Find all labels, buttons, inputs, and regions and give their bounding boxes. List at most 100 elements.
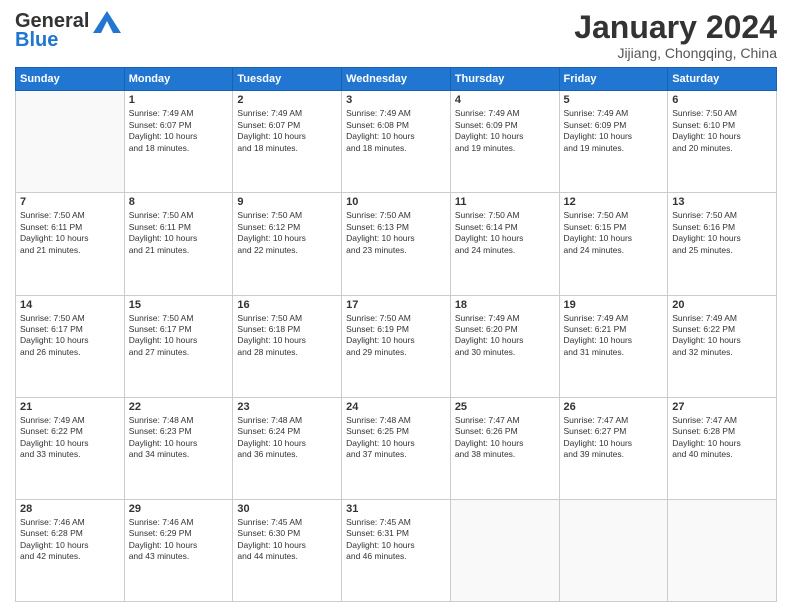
day-number: 23 xyxy=(237,401,337,413)
day-number: 27 xyxy=(672,401,772,413)
table-row xyxy=(668,499,777,601)
day-info: Sunrise: 7:50 AMSunset: 6:18 PMDaylight:… xyxy=(237,313,337,359)
day-number: 21 xyxy=(20,401,120,413)
day-info: Sunrise: 7:50 AMSunset: 6:11 PMDaylight:… xyxy=(20,210,120,256)
table-row: 11 Sunrise: 7:50 AMSunset: 6:14 PMDayligh… xyxy=(450,193,559,295)
day-info: Sunrise: 7:49 AMSunset: 6:21 PMDaylight:… xyxy=(564,313,664,359)
day-number: 5 xyxy=(564,94,664,106)
day-number: 17 xyxy=(346,299,446,311)
table-row xyxy=(16,91,125,193)
day-info: Sunrise: 7:47 AMSunset: 6:26 PMDaylight:… xyxy=(455,415,555,461)
day-number: 1 xyxy=(129,94,229,106)
day-info: Sunrise: 7:50 AMSunset: 6:11 PMDaylight:… xyxy=(129,210,229,256)
day-info: Sunrise: 7:50 AMSunset: 6:13 PMDaylight:… xyxy=(346,210,446,256)
table-row: 7 Sunrise: 7:50 AMSunset: 6:11 PMDaylight… xyxy=(16,193,125,295)
header: General Blue January 2024 Jijiang, Chong… xyxy=(15,10,777,61)
table-row: 25 Sunrise: 7:47 AMSunset: 6:26 PMDayligh… xyxy=(450,397,559,499)
day-number: 19 xyxy=(564,299,664,311)
day-number: 7 xyxy=(20,196,120,208)
day-info: Sunrise: 7:48 AMSunset: 6:24 PMDaylight:… xyxy=(237,415,337,461)
day-number: 10 xyxy=(346,196,446,208)
day-info: Sunrise: 7:50 AMSunset: 6:14 PMDaylight:… xyxy=(455,210,555,256)
day-info: Sunrise: 7:50 AMSunset: 6:15 PMDaylight:… xyxy=(564,210,664,256)
col-sunday: Sunday xyxy=(16,68,125,91)
calendar-table: Sunday Monday Tuesday Wednesday Thursday… xyxy=(15,67,777,602)
col-tuesday: Tuesday xyxy=(233,68,342,91)
table-row: 20 Sunrise: 7:49 AMSunset: 6:22 PMDayligh… xyxy=(668,295,777,397)
day-number: 12 xyxy=(564,196,664,208)
table-row: 9Sunrise: 7:50 AMSunset: 6:12 PMDaylight… xyxy=(233,193,342,295)
page: General Blue January 2024 Jijiang, Chong… xyxy=(0,0,792,612)
table-row: 12 Sunrise: 7:50 AMSunset: 6:15 PMDayligh… xyxy=(559,193,668,295)
table-row: 21 Sunrise: 7:49 AMSunset: 6:22 PMDayligh… xyxy=(16,397,125,499)
day-info: Sunrise: 7:49 AMSunset: 6:08 PMDaylight:… xyxy=(346,108,446,154)
table-row: 13 Sunrise: 7:50 AMSunset: 6:16 PMDayligh… xyxy=(668,193,777,295)
table-row: 19 Sunrise: 7:49 AMSunset: 6:21 PMDayligh… xyxy=(559,295,668,397)
day-number: 6 xyxy=(672,94,772,106)
calendar-week-row: 14Sunrise: 7:50 AMSunset: 6:17 PMDayligh… xyxy=(16,295,777,397)
table-row: 26 Sunrise: 7:47 AMSunset: 6:27 PMDayligh… xyxy=(559,397,668,499)
day-info: Sunrise: 7:50 AMSunset: 6:19 PMDaylight:… xyxy=(346,313,446,359)
col-saturday: Saturday xyxy=(668,68,777,91)
day-number: 20 xyxy=(672,299,772,311)
day-number: 13 xyxy=(672,196,772,208)
table-row: 4 Sunrise: 7:49 AMSunset: 6:09 PMDaylight… xyxy=(450,91,559,193)
col-thursday: Thursday xyxy=(450,68,559,91)
day-number: 3 xyxy=(346,94,446,106)
table-row: 31 Sunrise: 7:45 AMSunset: 6:31 PMDayligh… xyxy=(342,499,451,601)
col-wednesday: Wednesday xyxy=(342,68,451,91)
title-block: January 2024 Jijiang, Chongqing, China xyxy=(574,10,777,61)
table-row: 10 Sunrise: 7:50 AMSunset: 6:13 PMDayligh… xyxy=(342,193,451,295)
day-info: Sunrise: 7:49 AMSunset: 6:22 PMDaylight:… xyxy=(672,313,772,359)
logo-blue-text: Blue xyxy=(15,29,58,52)
day-number: 29 xyxy=(129,503,229,515)
day-info: Sunrise: 7:46 AMSunset: 6:29 PMDaylight:… xyxy=(129,517,229,563)
table-row xyxy=(559,499,668,601)
day-number: 4 xyxy=(455,94,555,106)
day-number: 28 xyxy=(20,503,120,515)
table-row: 24Sunrise: 7:48 AMSunset: 6:25 PMDayligh… xyxy=(342,397,451,499)
calendar-week-row: 7 Sunrise: 7:50 AMSunset: 6:11 PMDaylight… xyxy=(16,193,777,295)
table-row: 6Sunrise: 7:50 AMSunset: 6:10 PMDaylight… xyxy=(668,91,777,193)
day-info: Sunrise: 7:45 AMSunset: 6:30 PMDaylight:… xyxy=(237,517,337,563)
day-number: 26 xyxy=(564,401,664,413)
table-row: 5Sunrise: 7:49 AMSunset: 6:09 PMDaylight… xyxy=(559,91,668,193)
table-row: 18 Sunrise: 7:49 AMSunset: 6:20 PMDayligh… xyxy=(450,295,559,397)
table-row: 17 Sunrise: 7:50 AMSunset: 6:19 PMDayligh… xyxy=(342,295,451,397)
col-monday: Monday xyxy=(124,68,233,91)
month-title: January 2024 xyxy=(574,10,777,45)
table-row: 16 Sunrise: 7:50 AMSunset: 6:18 PMDayligh… xyxy=(233,295,342,397)
day-number: 25 xyxy=(455,401,555,413)
day-number: 11 xyxy=(455,196,555,208)
table-row: 14Sunrise: 7:50 AMSunset: 6:17 PMDayligh… xyxy=(16,295,125,397)
day-info: Sunrise: 7:48 AMSunset: 6:25 PMDaylight:… xyxy=(346,415,446,461)
day-info: Sunrise: 7:46 AMSunset: 6:28 PMDaylight:… xyxy=(20,517,120,563)
table-row: 27 Sunrise: 7:47 AMSunset: 6:28 PMDayligh… xyxy=(668,397,777,499)
day-number: 16 xyxy=(237,299,337,311)
location-subtitle: Jijiang, Chongqing, China xyxy=(574,45,777,61)
day-number: 31 xyxy=(346,503,446,515)
table-row: 22 Sunrise: 7:48 AMSunset: 6:23 PMDayligh… xyxy=(124,397,233,499)
table-row: 15Sunrise: 7:50 AMSunset: 6:17 PMDayligh… xyxy=(124,295,233,397)
table-row: 28 Sunrise: 7:46 AMSunset: 6:28 PMDayligh… xyxy=(16,499,125,601)
day-info: Sunrise: 7:50 AMSunset: 6:12 PMDaylight:… xyxy=(237,210,337,256)
day-info: Sunrise: 7:49 AMSunset: 6:20 PMDaylight:… xyxy=(455,313,555,359)
day-info: Sunrise: 7:49 AMSunset: 6:22 PMDaylight:… xyxy=(20,415,120,461)
day-info: Sunrise: 7:49 AMSunset: 6:07 PMDaylight:… xyxy=(129,108,229,154)
day-info: Sunrise: 7:48 AMSunset: 6:23 PMDaylight:… xyxy=(129,415,229,461)
calendar-header-row: Sunday Monday Tuesday Wednesday Thursday… xyxy=(16,68,777,91)
logo: General Blue xyxy=(15,10,121,52)
table-row: 30 Sunrise: 7:45 AMSunset: 6:30 PMDayligh… xyxy=(233,499,342,601)
day-info: Sunrise: 7:47 AMSunset: 6:27 PMDaylight:… xyxy=(564,415,664,461)
day-number: 18 xyxy=(455,299,555,311)
day-info: Sunrise: 7:50 AMSunset: 6:16 PMDaylight:… xyxy=(672,210,772,256)
day-number: 22 xyxy=(129,401,229,413)
table-row: 3 Sunrise: 7:49 AMSunset: 6:08 PMDaylight… xyxy=(342,91,451,193)
col-friday: Friday xyxy=(559,68,668,91)
day-info: Sunrise: 7:47 AMSunset: 6:28 PMDaylight:… xyxy=(672,415,772,461)
day-info: Sunrise: 7:45 AMSunset: 6:31 PMDaylight:… xyxy=(346,517,446,563)
table-row: 2Sunrise: 7:49 AMSunset: 6:07 PMDaylight… xyxy=(233,91,342,193)
day-number: 30 xyxy=(237,503,337,515)
day-info: Sunrise: 7:49 AMSunset: 6:09 PMDaylight:… xyxy=(455,108,555,154)
logo-icon xyxy=(93,11,121,33)
